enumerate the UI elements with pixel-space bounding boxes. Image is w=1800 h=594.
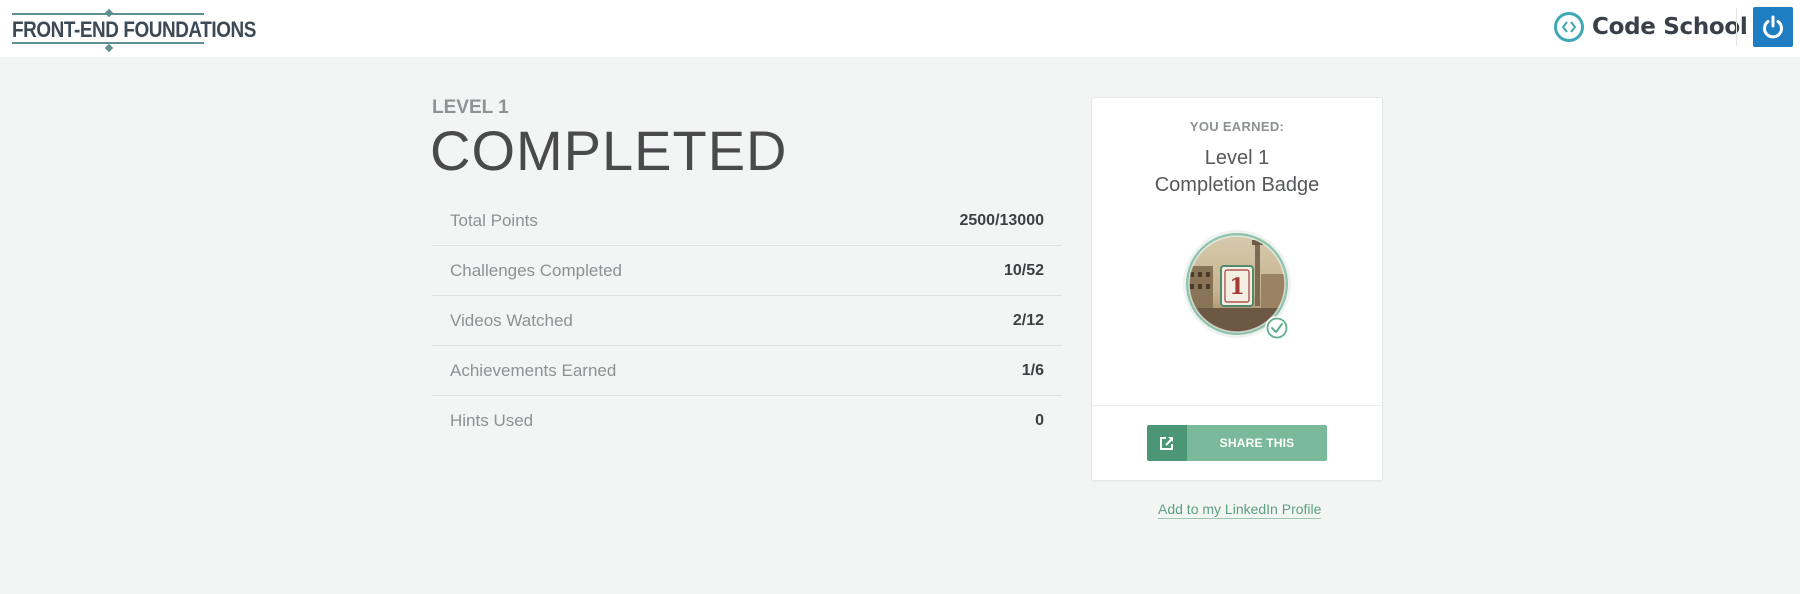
- stat-label: Challenges Completed: [450, 260, 622, 280]
- badge-name-line1: Level 1: [1204, 147, 1270, 169]
- course-logo-text: FRONT-END FOUNDATIONS: [12, 17, 256, 42]
- stat-value: 2/12: [1012, 311, 1044, 329]
- page-title: COMPLETED: [430, 119, 788, 182]
- stat-row-hints: Hints Used 0: [432, 396, 1062, 446]
- stat-label: Achievements Earned: [450, 360, 617, 380]
- stat-label: Hints Used: [450, 411, 534, 430]
- stat-value: 0: [1035, 412, 1044, 429]
- add-to-linkedin-link[interactable]: Add to my LinkedIn Profile: [1158, 501, 1322, 519]
- stats-table: Total Points 2500/13000 Challenges Compl…: [432, 196, 1062, 446]
- account-menu-button[interactable]: [1753, 7, 1793, 47]
- badge-name: Level 1 Completion Badge: [1092, 145, 1382, 199]
- stat-row-videos: Videos Watched 2/12: [432, 296, 1062, 346]
- check-icon: [1265, 316, 1289, 340]
- share-label: SHARE THIS: [1187, 425, 1327, 461]
- card-divider: [1092, 405, 1382, 406]
- level-label: LEVEL 1: [432, 97, 509, 118]
- badge-number: 1: [1229, 274, 1244, 300]
- badge-card: YOU EARNED: Level 1 Completion Badge 1 S…: [1091, 97, 1383, 481]
- course-logo[interactable]: FRONT-END FOUNDATIONS: [12, 8, 256, 53]
- stat-value: 2500/13000: [959, 211, 1044, 229]
- stat-value: 1/6: [1021, 361, 1044, 379]
- share-icon: [1147, 425, 1187, 461]
- earned-label: YOU EARNED:: [1189, 119, 1285, 134]
- stat-label: Videos Watched: [450, 310, 573, 330]
- stat-row-achievements: Achievements Earned 1/6: [432, 346, 1062, 396]
- logo-diamond-top: [104, 8, 114, 18]
- header-divider: [1736, 8, 1737, 46]
- stat-value: 10/52: [1003, 261, 1044, 279]
- brand-name: Code School: [1592, 14, 1748, 40]
- code-brackets-icon: [1554, 12, 1584, 42]
- top-header: FRONT-END FOUNDATIONS Code School: [0, 0, 1800, 57]
- stat-label: Total Points: [450, 210, 538, 230]
- code-school-brand[interactable]: Code School: [1554, 10, 1748, 44]
- stat-row-challenges: Challenges Completed 10/52: [432, 246, 1062, 296]
- share-button[interactable]: SHARE THIS: [1147, 425, 1327, 461]
- power-icon: [1763, 15, 1783, 39]
- badge-name-line2: Completion Badge: [1154, 174, 1320, 196]
- logo-diamond-bottom: [104, 43, 114, 53]
- completion-badge-image: 1: [1183, 230, 1291, 340]
- stat-row-total-points: Total Points 2500/13000: [432, 196, 1062, 246]
